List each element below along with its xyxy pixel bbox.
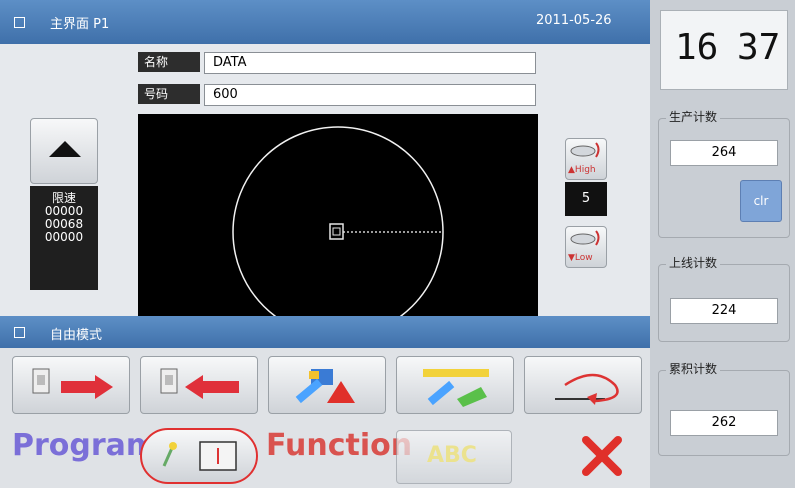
pattern-canvas[interactable] [138,114,538,316]
pattern-drawing [232,126,444,316]
pin-toggle-button[interactable] [140,428,258,484]
close-icon [582,436,622,476]
bobbin-counter-value: 224 [670,298,778,324]
stats-panel: 限速 00000 00068 00000 [30,186,98,290]
usb-import-icon [32,368,113,399]
speed-low-label: ▼Low [568,253,593,263]
speed-high-button[interactable]: ▲High [565,138,607,180]
production-counter-label: 生产计数 [666,108,721,125]
speed-high-label: ▲High [568,165,596,175]
window-icon [14,327,25,338]
speed-low-button[interactable]: ▼Low [565,226,607,268]
number-field[interactable]: 600 [204,84,536,106]
total-counter-value: 262 [670,410,778,436]
scroll-up-button[interactable] [30,118,98,184]
speed-value: 5 [565,182,607,216]
clock-display: 16 37 [660,10,788,90]
name-label: 名称 [138,52,200,72]
total-counter-label: 累积计数 [666,360,721,377]
return-icon [555,373,619,405]
edit-tools-button[interactable] [396,356,514,414]
speed-high-icon [570,142,600,158]
page-title: 主界面 P1 [50,17,110,32]
edit-tools-icon [423,369,489,407]
mode-bar: 自由模式 [0,316,650,348]
number-label: 号码 [138,84,200,104]
abc-button[interactable]: ABC [396,430,512,484]
window-icon [14,17,25,28]
production-counter-value: 264 [670,140,778,166]
clear-counter-button[interactable]: clr [740,180,782,222]
function-button[interactable]: Function [266,428,412,463]
speed-low-icon [570,230,600,246]
needle-position-marker [329,223,344,240]
stat-line: 00000 [44,230,84,244]
mode-title: 自由模式 [50,328,103,343]
shapes-icon [295,369,355,404]
usb-export-icon [160,368,239,399]
date-display: 2011-05-26 [536,13,612,28]
abc-label: ABC [427,443,477,468]
bobbin-counter-label: 上线计数 [666,254,721,271]
clock-minute: 37 [737,27,781,68]
clock-hour: 16 [675,27,719,68]
pattern-shapes-button[interactable] [268,356,386,414]
pattern-circle [232,126,444,316]
clear-button-label: clr [753,194,769,208]
usb-export-button[interactable] [140,356,258,414]
name-field[interactable]: DATA [204,52,536,74]
program-button[interactable]: Program [12,428,157,463]
return-origin-button[interactable] [524,356,642,414]
close-button[interactable] [578,432,626,480]
needle-key-icon [162,441,237,471]
title-bar: 主界面 P1 2011-05-26 [0,0,650,44]
triangle-up-icon [49,141,81,157]
usb-import-button[interactable] [12,356,130,414]
